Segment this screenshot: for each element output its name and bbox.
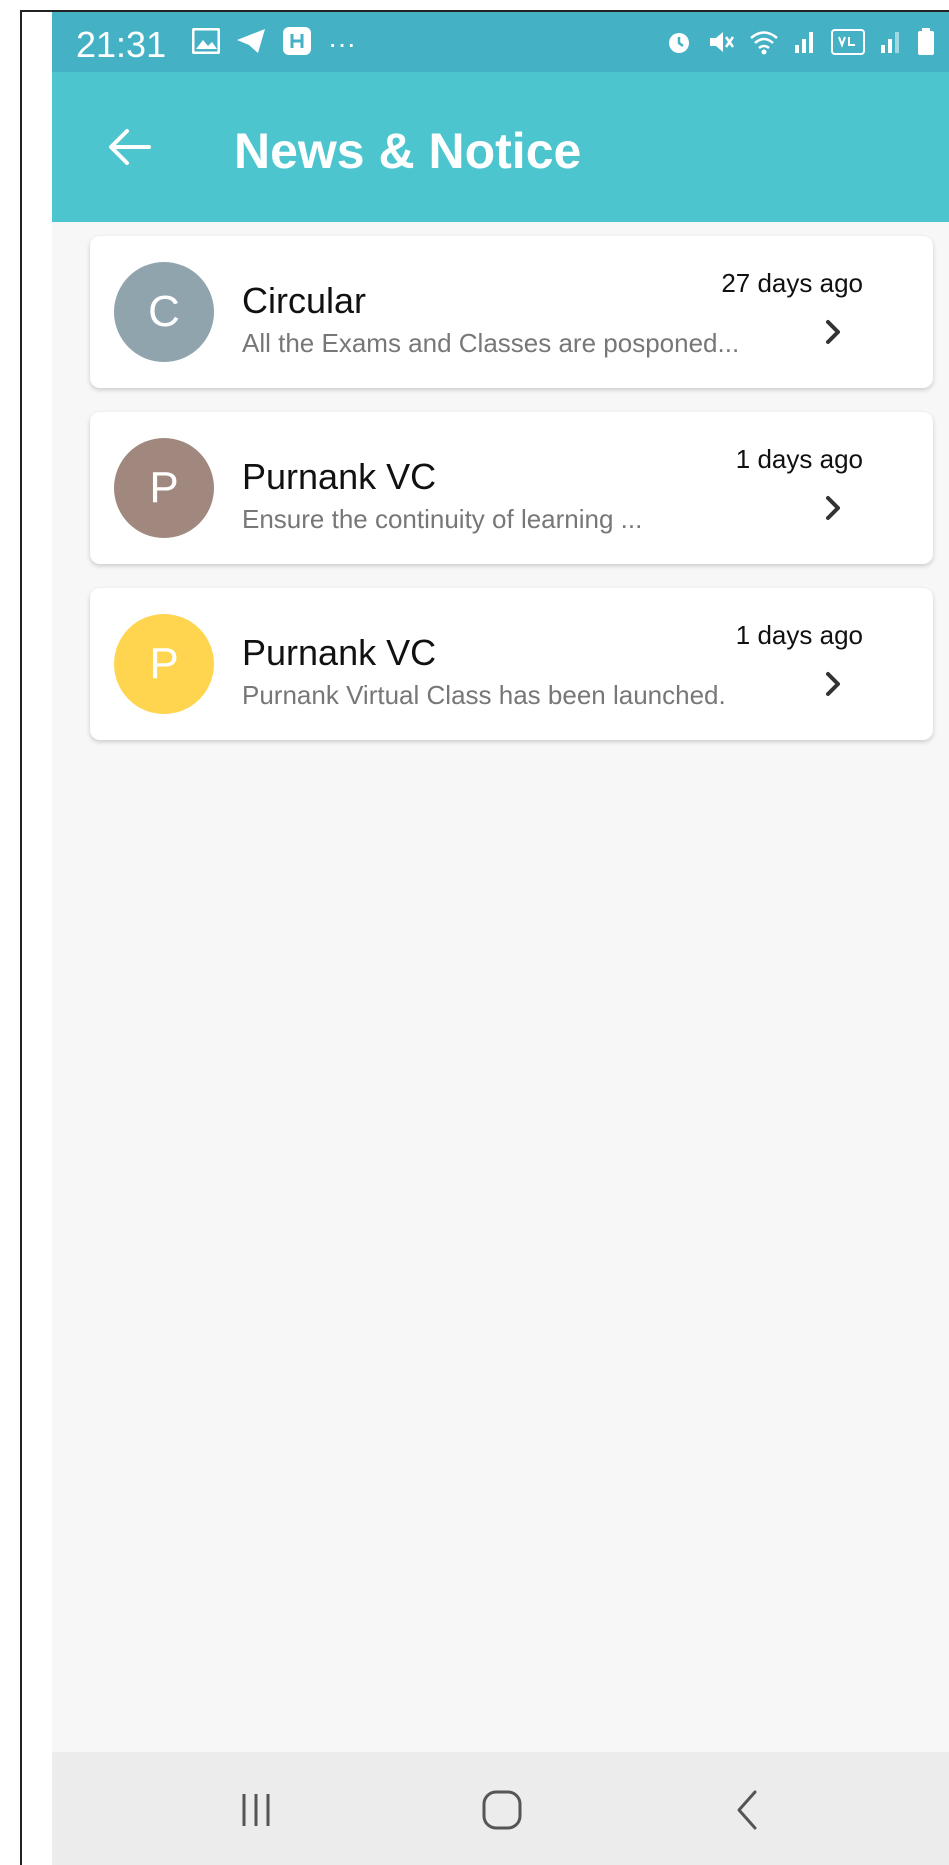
notice-preview: Ensure the continuity of learning ... bbox=[242, 504, 643, 534]
telegram-icon bbox=[236, 28, 266, 60]
notice-time: 1 days ago bbox=[735, 444, 863, 474]
notice-title: Purnank VC bbox=[242, 456, 437, 497]
recent-apps-icon bbox=[242, 1794, 270, 1826]
chevron-right-icon[interactable] bbox=[819, 318, 847, 346]
back-button[interactable] bbox=[94, 112, 164, 182]
status-bar: 21:31 ··· bbox=[52, 12, 949, 72]
gallery-icon bbox=[191, 27, 221, 60]
notice-time: 1 days ago bbox=[735, 620, 863, 650]
back-icon bbox=[737, 1790, 757, 1830]
notice-title: Circular bbox=[242, 280, 367, 321]
avatar: C bbox=[114, 262, 214, 362]
volte-icon bbox=[831, 29, 865, 61]
app-bar: News & Notice bbox=[52, 72, 949, 222]
nav-back-button[interactable] bbox=[707, 1780, 787, 1840]
avatar-initial: P bbox=[149, 463, 179, 512]
more-icon: ··· bbox=[328, 28, 356, 59]
chevron-right-icon[interactable] bbox=[819, 494, 847, 522]
notice-card-purnank-1[interactable]: P Purnank VC Ensure the continuity of le… bbox=[90, 412, 933, 564]
mute-icon bbox=[707, 28, 735, 62]
wifi-icon bbox=[749, 29, 779, 61]
page-title: News & Notice bbox=[234, 123, 582, 179]
alarm-icon bbox=[665, 28, 693, 62]
notice-preview: Purnank Virtual Class has been launched. bbox=[242, 680, 726, 710]
avatar-initial: P bbox=[149, 639, 179, 688]
avatar: P bbox=[114, 614, 214, 714]
arrow-left-icon bbox=[109, 129, 151, 165]
recent-apps-button[interactable] bbox=[216, 1780, 296, 1840]
app-icon bbox=[282, 26, 312, 62]
phone-screen: 21:31 ··· News & Notice C Circular All t… bbox=[52, 12, 949, 1865]
signal2-icon bbox=[879, 29, 903, 61]
system-nav-bar bbox=[52, 1752, 949, 1865]
status-time: 21:31 bbox=[76, 24, 167, 65]
avatar: P bbox=[114, 438, 214, 538]
notice-preview: All the Exams and Classes are posponed..… bbox=[242, 328, 740, 358]
notice-time: 27 days ago bbox=[721, 268, 863, 298]
notice-card-purnank-2[interactable]: P Purnank VC Purnank Virtual Class has b… bbox=[90, 588, 933, 740]
home-button[interactable] bbox=[462, 1780, 542, 1840]
avatar-initial: C bbox=[148, 287, 180, 336]
signal-icon bbox=[793, 29, 817, 61]
chevron-right-icon[interactable] bbox=[819, 670, 847, 698]
notice-card-circular[interactable]: C Circular All the Exams and Classes are… bbox=[90, 236, 933, 388]
home-icon bbox=[482, 1790, 522, 1830]
notice-list: C Circular All the Exams and Classes are… bbox=[90, 236, 933, 764]
battery-icon bbox=[917, 28, 935, 62]
notice-title: Purnank VC bbox=[242, 632, 437, 673]
